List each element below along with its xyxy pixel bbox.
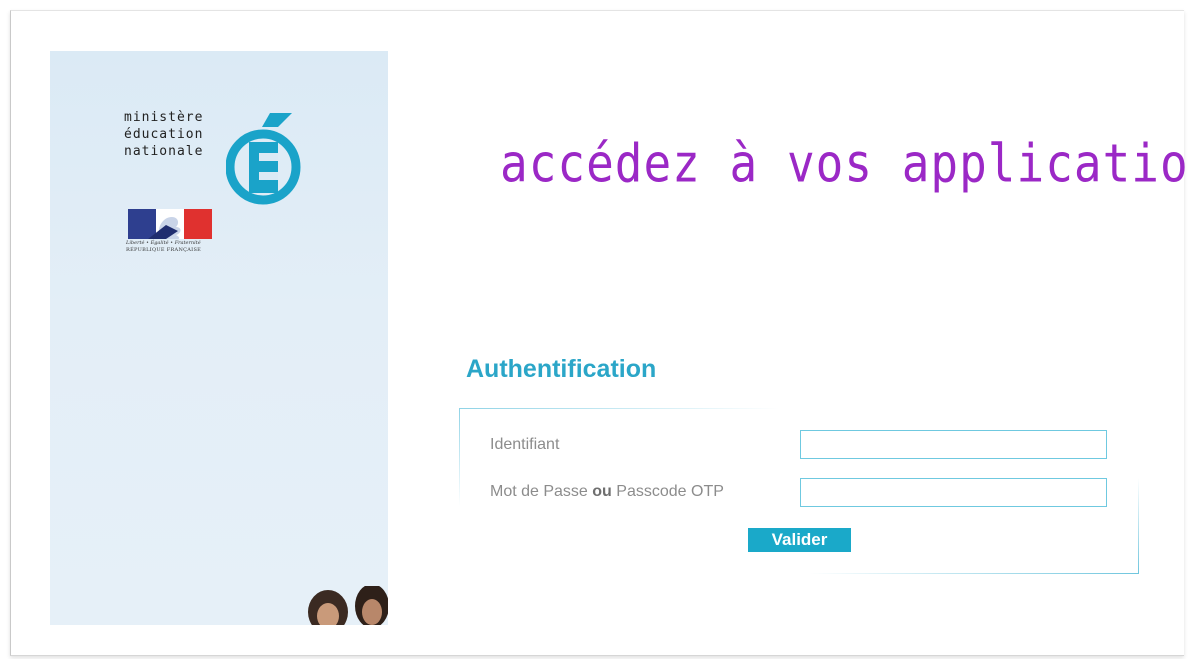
password-label-suffix: Passcode OTP <box>616 483 724 500</box>
password-input[interactable] <box>800 478 1107 507</box>
people-photo <box>308 586 388 625</box>
auth-title: Authentification <box>466 355 657 383</box>
box-border-bottom <box>809 573 1139 574</box>
republique-francaise-logo: Liberté • Égalité • Fraternité RÉPUBLIQU… <box>126 209 216 264</box>
republique-motto: Liberté • Égalité • Fraternité <box>126 240 201 246</box>
page-tagline: accédez à vos applications <box>500 132 1189 195</box>
ministere-line-3: nationale <box>124 144 204 159</box>
password-label: Mot de Passe ou Passcode OTP <box>490 483 724 501</box>
ministere-line-2: éducation <box>124 127 204 142</box>
password-label-or: ou <box>592 483 612 500</box>
password-label-prefix: Mot de Passe <box>490 483 588 500</box>
e-acute-logo-icon <box>226 113 301 205</box>
marianne-flag-icon <box>128 209 212 239</box>
username-label: Identifiant <box>490 436 560 453</box>
box-border-right <box>1138 478 1139 574</box>
ministere-line-1: ministère <box>124 110 204 125</box>
validate-button[interactable]: Valider <box>748 528 851 552</box>
republique-name: RÉPUBLIQUE FRANÇAISE <box>126 247 202 253</box>
box-border-top <box>459 408 779 409</box>
left-panel: ministère éducation nationale Liberté • … <box>50 51 388 625</box>
username-input[interactable] <box>800 430 1107 459</box>
ministere-text: ministère éducation nationale <box>124 109 203 160</box>
box-border-left <box>459 408 460 506</box>
